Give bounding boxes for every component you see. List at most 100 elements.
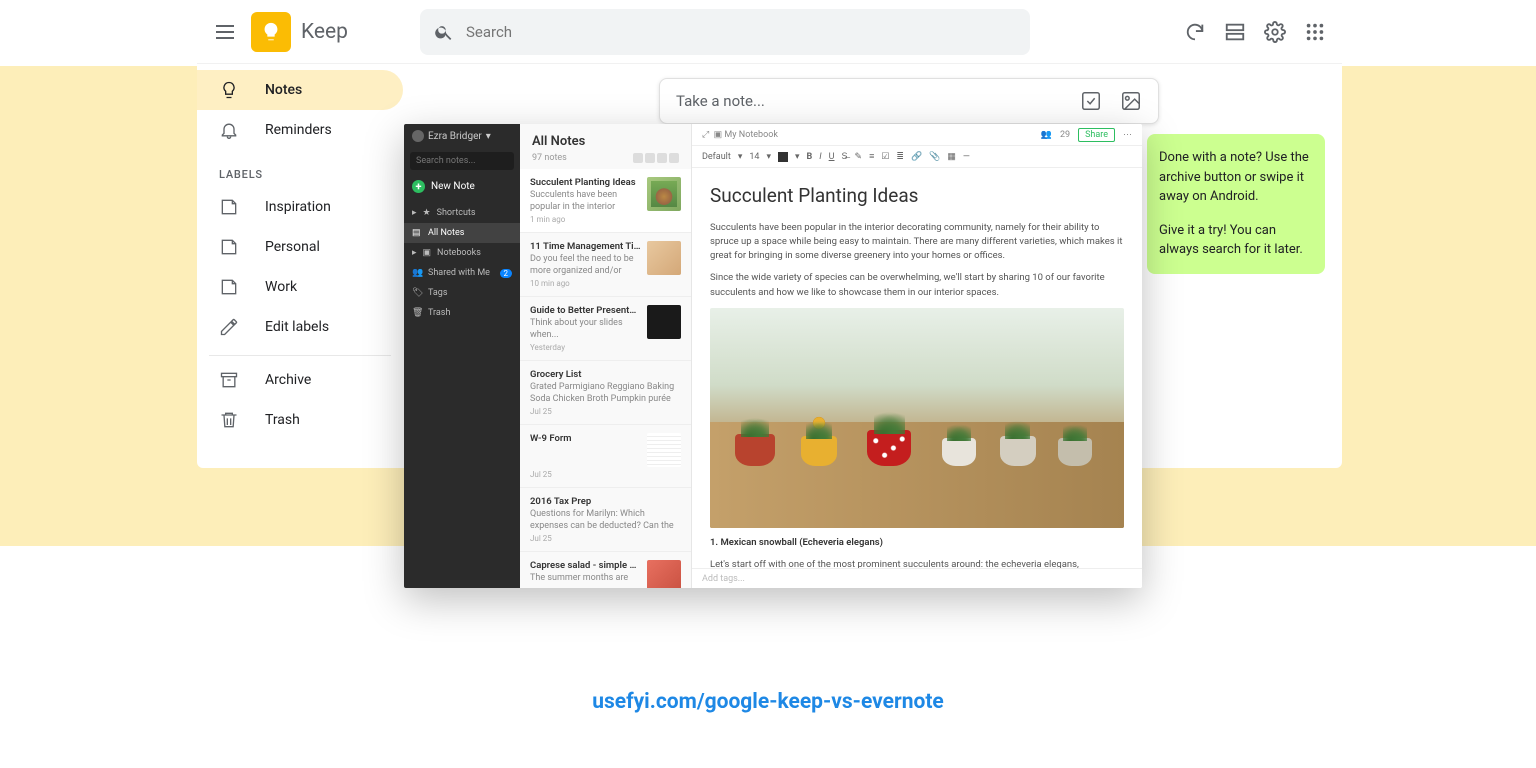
share-button[interactable]: Share: [1078, 128, 1115, 142]
tag-icon: 🏷: [412, 288, 422, 298]
keep-app-name: Keep: [301, 20, 348, 44]
item-title: 11 Time Management Tips: [530, 241, 641, 252]
new-note-button[interactable]: +New Note: [412, 180, 512, 193]
note-paragraph: Let's start off with one of the most pro…: [710, 558, 1124, 568]
table-icon[interactable]: ▦: [947, 152, 956, 162]
nav-shared[interactable]: 👥Shared with Me2: [404, 263, 520, 283]
strike-icon[interactable]: S̶: [842, 151, 848, 162]
checkbox-icon[interactable]: [1080, 90, 1102, 112]
people-icon: 👥: [412, 268, 422, 278]
item-snippet: The summer months are: [530, 573, 641, 585]
item-snippet: Questions for Marilyn: Which expenses ca…: [530, 509, 681, 531]
keep-header: Keep: [197, 0, 1342, 64]
divider: [209, 355, 391, 356]
keep-logo: [251, 12, 291, 52]
note-list-item[interactable]: 2016 Tax PrepQuestions for Marilyn: Whic…: [520, 488, 691, 552]
color-icon[interactable]: [778, 152, 788, 162]
item-thumbnail: [647, 560, 681, 588]
nav-all-notes[interactable]: ▤All Notes: [404, 223, 520, 243]
underline-icon[interactable]: U: [829, 152, 835, 162]
font-select[interactable]: Default: [702, 152, 731, 162]
note-list-item[interactable]: Guide to Better Presentations for your B…: [520, 297, 691, 361]
apps-grid-icon[interactable]: [1304, 21, 1326, 43]
item-date: Yesterday: [530, 343, 681, 352]
note-list-item[interactable]: 11 Time Management Tips Do you feel the n…: [520, 233, 691, 297]
nav-shortcuts[interactable]: ▸★Shortcuts: [404, 203, 520, 223]
source-caption: usefyi.com/google-keep-vs-evernote: [0, 690, 1536, 714]
sidebar-label-work[interactable]: Work: [197, 267, 403, 307]
note-list-item[interactable]: W-9 FormJul 25: [520, 425, 691, 488]
list-icon[interactable]: ≡: [869, 151, 874, 162]
note-list-item[interactable]: Grocery ListGrated Parmigiano Reggiano B…: [520, 361, 691, 425]
item-date: Jul 25: [530, 534, 681, 543]
font-size[interactable]: 14: [749, 152, 759, 162]
chevron-icon: ▸: [412, 248, 417, 258]
image-icon[interactable]: [1120, 90, 1142, 112]
highlight-icon[interactable]: ✎: [855, 152, 863, 162]
attach-icon[interactable]: 📎: [929, 152, 940, 162]
item-title: Guide to Better Presentations for your B…: [530, 305, 641, 316]
keep-search-bar[interactable]: [420, 9, 1030, 55]
evernote-search[interactable]: Search notes...: [410, 152, 514, 170]
list-view-icon[interactable]: [1224, 21, 1246, 43]
sidebar-edit-labels[interactable]: Edit labels: [197, 307, 403, 347]
more-icon[interactable]: ⋯: [1123, 130, 1132, 140]
tags-input[interactable]: Add tags...: [692, 568, 1142, 588]
checklist-icon[interactable]: ☑: [881, 152, 889, 162]
menu-icon[interactable]: [213, 20, 237, 44]
item-snippet: Do you feel the need to be more organize…: [530, 254, 641, 276]
keep-search-input[interactable]: [466, 23, 1016, 41]
note-paragraph: Succulents have been popular in the inte…: [710, 221, 1124, 264]
search-icon: [434, 22, 454, 42]
expand-icon[interactable]: ⤢: [702, 130, 709, 140]
note-list-item[interactable]: Caprese salad - simple andThe summer mon…: [520, 552, 691, 588]
new-note-label: New Note: [431, 181, 475, 192]
item-title: W-9 Form: [530, 433, 641, 444]
note-list-item[interactable]: Succulent Planting IdeasSucculents have …: [520, 169, 691, 233]
italic-icon[interactable]: I: [819, 152, 821, 162]
item-thumbnail: [647, 433, 681, 467]
avatar: [412, 130, 424, 142]
sidebar-label: Edit labels: [265, 319, 329, 335]
item-thumbnail: [647, 177, 681, 211]
evernote-user-menu[interactable]: Ezra Bridger▾: [404, 124, 520, 148]
notes-icon: ▤: [412, 228, 422, 238]
nav-notebooks[interactable]: ▸▣Notebooks: [404, 243, 520, 263]
evernote-nav: ▸★Shortcuts ▤All Notes ▸▣Notebooks 👥Shar…: [404, 199, 520, 327]
nav-tags[interactable]: 🏷Tags: [404, 283, 520, 303]
sidebar-label: Reminders: [265, 122, 332, 138]
link-icon[interactable]: 🔗: [911, 152, 922, 162]
sidebar-item-trash[interactable]: Trash: [197, 400, 403, 440]
sidebar-label: Personal: [265, 239, 320, 255]
trash-icon: 🗑: [412, 308, 422, 318]
editor-content[interactable]: Succulent Planting Ideas Succulents have…: [692, 168, 1142, 568]
settings-icon[interactable]: [1264, 21, 1286, 43]
search-placeholder: Search notes...: [416, 156, 475, 166]
sidebar-label: Work: [265, 279, 297, 295]
editor-toolbar[interactable]: Default▾ 14▾ ▾ BIU S̶✎ ≡☑≣ 🔗📎▦—: [692, 146, 1142, 168]
notebook-name[interactable]: My Notebook: [724, 130, 778, 140]
take-note-input[interactable]: Take a note...: [659, 78, 1159, 124]
sidebar-item-archive[interactable]: Archive: [197, 360, 403, 400]
editor-breadcrumb: ⤢ ▣ My Notebook 👥29Share⋯: [692, 124, 1142, 146]
hr-icon[interactable]: —: [963, 152, 970, 162]
sidebar-label: Inspiration: [265, 199, 331, 215]
notebook-icon: ▣: [714, 130, 723, 140]
item-snippet: Succulents have been popular in the inte…: [530, 190, 641, 212]
sidebar-item-reminders[interactable]: Reminders: [197, 110, 403, 150]
sidebar-label-personal[interactable]: Personal: [197, 227, 403, 267]
sidebar-label-inspiration[interactable]: Inspiration: [197, 187, 403, 227]
list-view-options[interactable]: [633, 153, 679, 163]
refresh-icon[interactable]: [1184, 21, 1206, 43]
sidebar-item-notes[interactable]: Notes: [197, 70, 403, 110]
evernote-app-window: Ezra Bridger▾ Search notes... +New Note …: [404, 124, 1142, 588]
item-snippet: Think about your slides when...: [530, 318, 641, 340]
nav-trash[interactable]: 🗑Trash: [404, 303, 520, 323]
note-title[interactable]: Succulent Planting Ideas: [710, 182, 1124, 211]
keep-note-card[interactable]: Done with a note? Use the archive button…: [1147, 134, 1325, 274]
align-icon[interactable]: ≣: [896, 152, 904, 162]
note-subheading: 1. Mexican snowball (Echeveria elegans): [710, 536, 1124, 550]
bold-icon[interactable]: B: [807, 152, 813, 162]
item-date: Jul 25: [530, 407, 681, 416]
note-hero-image: [710, 308, 1124, 528]
